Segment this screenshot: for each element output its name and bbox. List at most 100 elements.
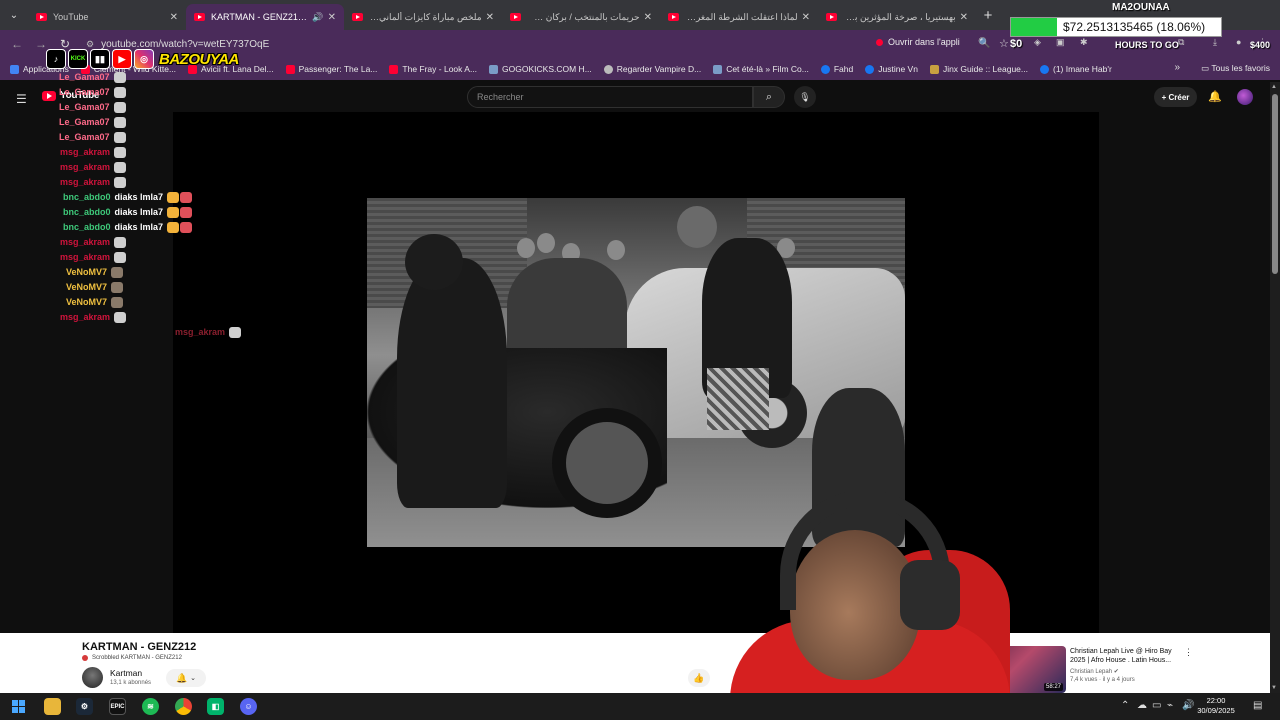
close-icon[interactable]: ✕: [170, 12, 178, 23]
bookmark-star-icon[interactable]: ☆: [999, 37, 1009, 50]
browser-tab[interactable]: لماذا اعتقلت الشرطة المغربية عدد ✕: [660, 4, 818, 30]
profile-avatar-icon[interactable]: ●: [1236, 37, 1241, 47]
recommended-channel[interactable]: Christian Lepah ✔: [1070, 668, 1119, 675]
all-bookmarks-label: Tous les favoris: [1211, 63, 1270, 73]
chrome-icon[interactable]: [175, 698, 192, 715]
scrobble-text: Scrobbled KARTMAN - GENZ212: [92, 655, 182, 661]
browser-tab[interactable]: ملخص مباراة كايزات ألماني وريال ✕: [344, 4, 502, 30]
browser-tab[interactable]: بهستيريا ، صرخة المؤثرين بسبب ✕: [818, 4, 976, 30]
downloads-icon[interactable]: ⤓: [1213, 37, 1217, 48]
browser-tab[interactable]: YouTube ✕: [28, 4, 186, 30]
close-icon[interactable]: ✕: [644, 12, 652, 23]
create-button[interactable]: + Créer: [1154, 87, 1197, 107]
verified-icon: ✔: [1113, 669, 1119, 675]
notifications-icon[interactable]: ▤: [1253, 700, 1262, 711]
page-scrollbar[interactable]: ▲ ▼: [1270, 82, 1280, 693]
tray-chevron-icon[interactable]: ⌃: [1121, 700, 1129, 711]
extension-icon[interactable]: ✱: [1080, 37, 1088, 48]
chat-text: diaks lmla7: [114, 207, 164, 217]
channel-avatar[interactable]: [82, 667, 103, 688]
notification-bell-button[interactable]: 🔔 ⌄: [166, 669, 206, 687]
youtube-icon: ▶: [112, 49, 132, 69]
open-in-app-button[interactable]: Ouvrir dans l'appli: [876, 37, 960, 47]
bookmark-item[interactable]: Fahd: [820, 64, 853, 74]
scroll-down-icon[interactable]: ▼: [1271, 685, 1277, 691]
cloud-icon[interactable]: ☁: [1137, 700, 1147, 711]
file-explorer-icon[interactable]: [44, 698, 61, 715]
bell-icon: 🔔: [175, 672, 188, 683]
bookmark-item[interactable]: Cet été-là » Film Co...: [713, 64, 809, 74]
browser-tab-active[interactable]: KARTMAN - GENZ212 - YouTube 🔊 ✕: [186, 4, 344, 30]
close-icon[interactable]: ✕: [328, 12, 336, 23]
new-tab-button[interactable]: +: [976, 0, 1000, 30]
epic-games-icon[interactable]: EPIC: [109, 698, 126, 715]
bookmark-item[interactable]: The Fray - Look A...: [389, 64, 477, 74]
emote-icon: [114, 251, 127, 263]
hamburger-menu-icon[interactable]: ☰: [16, 92, 27, 106]
more-bookmarks-icon[interactable]: »: [1174, 62, 1180, 73]
usb-icon[interactable]: ⌁: [1167, 700, 1173, 711]
all-bookmarks-button[interactable]: ▭ Tous les favoris: [1201, 63, 1270, 74]
headset-earcup: [900, 560, 960, 630]
facebook-icon: [1040, 64, 1049, 74]
speaker-icon[interactable]: 🔊: [312, 12, 323, 23]
close-icon[interactable]: ✕: [802, 12, 810, 23]
site-info-icon[interactable]: ⚙: [86, 39, 94, 50]
microphone-icon[interactable]: 🎙: [794, 86, 816, 108]
bookmark-label: The Fray - Look A...: [402, 64, 478, 74]
windows-start-icon[interactable]: [10, 698, 27, 715]
bell-icon[interactable]: 🔔: [1208, 90, 1222, 103]
bookmark-item[interactable]: Jinx Guide :: League...: [929, 64, 1028, 74]
user-avatar[interactable]: [1237, 89, 1253, 105]
system-clock[interactable]: 22:00 30/09/2025: [1194, 696, 1238, 716]
man-head: [677, 206, 717, 248]
network-icon[interactable]: ▭: [1152, 700, 1161, 711]
youtube-app-icon: [876, 38, 883, 46]
chat-username: bnc_abdo0: [63, 192, 111, 202]
youtube-header: ☰ YouTube Rechercher ⌕ 🎙 + Créer 🔔: [0, 82, 1270, 112]
extension-icon[interactable]: ▣: [1056, 37, 1065, 48]
tab-search-icon[interactable]: ⌄: [0, 0, 28, 30]
chat-username: msg_akram: [60, 312, 111, 322]
bookmark-item[interactable]: Passenger: The La...: [285, 64, 377, 74]
browser-tab[interactable]: حريمات بالمنتخب / بركان سيكون ✕: [502, 4, 660, 30]
tab-title: KARTMAN - GENZ212 - YouTube: [211, 12, 309, 22]
more-options-icon[interactable]: ⋮: [1184, 647, 1193, 658]
back-arrow-icon[interactable]: ←: [5, 32, 29, 56]
bookmark-item[interactable]: Justine Vn: [865, 64, 918, 74]
discord-icon[interactable]: ☺: [240, 698, 257, 715]
chevron-down-icon: ⌄: [190, 675, 197, 682]
emote-icon: [111, 281, 124, 293]
app-icon[interactable]: ◧: [207, 698, 224, 715]
emote-icon: [114, 311, 127, 323]
bookmark-item[interactable]: Regarder Vampire D...: [603, 64, 701, 74]
close-icon[interactable]: ✕: [486, 12, 494, 23]
channel-name[interactable]: Kartman: [110, 668, 142, 678]
youtube-favicon-icon: [194, 13, 205, 21]
youtube-favicon-icon: [285, 64, 295, 74]
search-input[interactable]: Rechercher: [467, 86, 753, 108]
chat-message: bnc_abdo0 diaks lmla7: [63, 220, 193, 234]
steam-icon[interactable]: ⚙: [76, 698, 93, 715]
donation-goal: $400: [1250, 40, 1271, 50]
emote-icon: [114, 146, 127, 158]
chat-username: msg_akram: [60, 162, 111, 172]
donation-min: $0: [1010, 38, 1023, 50]
search-icon[interactable]: ⌕: [753, 86, 785, 108]
bookmark-item[interactable]: (1) Imane Hab'r: [1040, 64, 1112, 74]
chat-username: VeNoMV7: [66, 282, 108, 292]
scroll-up-icon[interactable]: ▲: [1271, 84, 1277, 90]
facebook-icon: [820, 64, 830, 74]
bookmark-item[interactable]: GOGOKICKS.COM H...: [489, 64, 592, 74]
zoom-icon[interactable]: 🔍: [978, 38, 990, 49]
spotify-icon[interactable]: ≋: [142, 698, 159, 715]
bookmark-label: Jinx Guide :: League...: [942, 64, 1028, 74]
scrollbar-thumb[interactable]: [1272, 94, 1278, 274]
close-icon[interactable]: ✕: [960, 12, 968, 23]
recommended-video-title[interactable]: Christian Lepah Live @ Hiro Bay 2025 | A…: [1070, 647, 1185, 665]
extension-icon[interactable]: ◈: [1034, 37, 1041, 48]
hours-to-go: HOURS TO GO: [1115, 40, 1179, 50]
tab-title: ملخص مباراة كايزات ألماني وريال: [369, 11, 482, 22]
volume-icon[interactable]: 🔊: [1182, 700, 1194, 711]
chat-message: msg_akram: [60, 250, 127, 264]
